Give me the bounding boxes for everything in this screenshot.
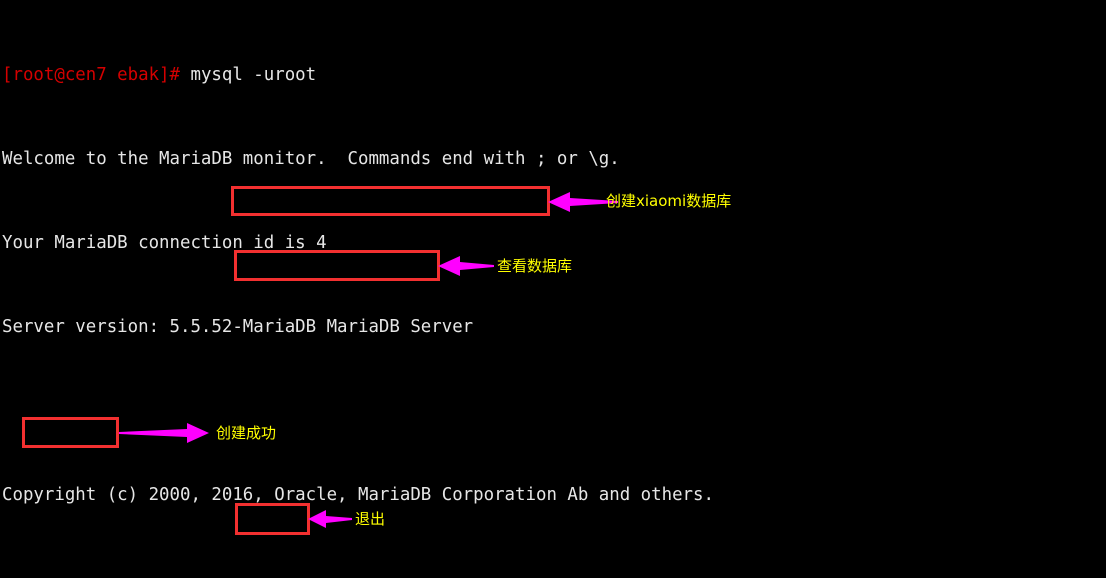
terminal-line-blank-1	[2, 401, 1106, 422]
terminal-window[interactable]: [root@cen7 ebak]# mysql -uroot Welcome t…	[0, 0, 1106, 578]
terminal-line-shell-command: [root@cen7 ebak]# mysql -uroot	[2, 65, 1106, 86]
command-mysql-uroot: mysql -uroot	[190, 65, 317, 85]
terminal-line-blank-2	[2, 569, 1106, 578]
terminal-line-welcome: Welcome to the MariaDB monitor. Commands…	[2, 149, 620, 169]
shell-prompt: [root@cen7 ebak]#	[2, 65, 191, 85]
terminal-line-connection-id: Your MariaDB connection id is 4	[2, 233, 327, 253]
terminal-screen[interactable]: [root@cen7 ebak]# mysql -uroot Welcome t…	[0, 0, 1106, 578]
terminal-line-copyright: Copyright (c) 2000, 2016, Oracle, MariaD…	[2, 485, 714, 505]
terminal-line-server-version: Server version: 5.5.52-MariaDB MariaDB S…	[2, 317, 474, 337]
